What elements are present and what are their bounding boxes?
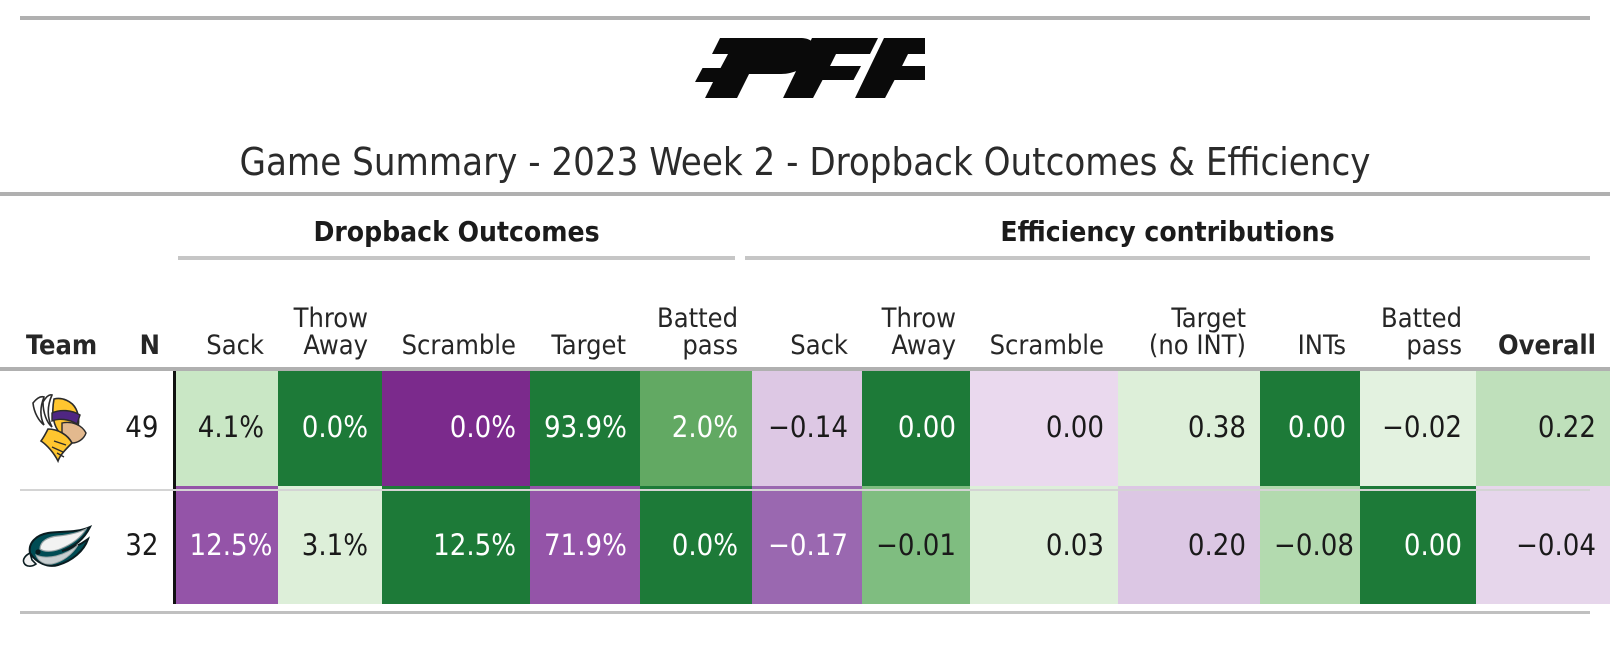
- title-divider: [0, 192, 1610, 196]
- column-header-o_scr: Scramble: [401, 330, 516, 362]
- stat-cell: 0.00: [1360, 486, 1476, 604]
- stat-cell: 12.5%: [174, 486, 278, 604]
- stat-cell: 0.00: [862, 368, 970, 486]
- stat-cell: 0.00: [1260, 368, 1360, 486]
- top-divider: [20, 16, 1590, 20]
- stat-cell: 93.9%: [530, 368, 640, 486]
- stat-cell: −0.14: [752, 368, 862, 486]
- column-header-n: N: [139, 330, 160, 362]
- n-value: 32: [92, 486, 176, 604]
- stat-cell: 0.00: [970, 368, 1118, 486]
- column-header-e_batted: Batted pass: [1381, 302, 1462, 362]
- column-header-o_sack: Sack: [206, 330, 264, 362]
- table-body: 49 4.1% 0.0% 0.0% 93.9% 2.0% −0.14 0.00 0.00 0.38…: [0, 368, 1610, 604]
- column-header-o_batted: Batted pass: [657, 302, 738, 362]
- stat-cell: 2.0%: [640, 368, 752, 486]
- column-header-e_overall: Overall: [1498, 330, 1596, 362]
- stat-cell: −0.17: [752, 486, 862, 604]
- column-header-o_tgt: Target: [551, 330, 626, 362]
- table-header-row: Team N Sack Throw Away Scramble Target Batted …: [0, 268, 1610, 368]
- row-divider: [20, 489, 1590, 491]
- column-group-efficiency-contributions: Efficiency contributions: [1000, 215, 1335, 248]
- column-header-e_throw: Throw Away: [881, 302, 956, 362]
- stat-cell: −0.01: [862, 486, 970, 604]
- team-cell: [0, 486, 92, 604]
- n-value: 49: [92, 368, 176, 486]
- pff-logo: [0, 34, 1610, 106]
- column-header-o_throw: Throw Away: [293, 302, 368, 362]
- column-group-dropback-outcomes: Dropback Outcomes: [313, 215, 600, 248]
- stat-cell: 3.1%: [278, 486, 382, 604]
- stat-cell: 0.03: [970, 486, 1118, 604]
- stats-table: Team N Sack Throw Away Scramble Target Batted …: [0, 268, 1610, 604]
- stat-cell: 0.0%: [640, 486, 752, 604]
- stat-cell: 71.9%: [530, 486, 640, 604]
- stat-cell: 0.0%: [278, 368, 382, 486]
- stat-cell: −0.04: [1476, 486, 1610, 604]
- stat-cell: 0.38: [1118, 368, 1260, 486]
- column-header-team: Team: [26, 330, 98, 362]
- column-header-e_scr: Scramble: [989, 330, 1104, 362]
- stat-cell: −0.02: [1360, 368, 1476, 486]
- stat-cell: 0.0%: [382, 368, 530, 486]
- stat-cell: −0.08: [1260, 486, 1360, 604]
- report-page: Game Summary - 2023 Week 2 - Dropback Ou…: [0, 0, 1610, 646]
- column-header-e_sack: Sack: [790, 330, 848, 362]
- stat-cell: 4.1%: [174, 368, 278, 486]
- column-header-e_int: INTs: [1297, 330, 1346, 362]
- table-row: 49 4.1% 0.0% 0.0% 93.9% 2.0% −0.14 0.00 0.00 0.38…: [0, 368, 1610, 486]
- stat-cell: 0.22: [1476, 368, 1610, 486]
- eagles-logo: [14, 505, 100, 585]
- column-header-e_tgt: Target (no INT): [1148, 302, 1246, 362]
- bottom-divider: [20, 611, 1590, 614]
- group-underline-right: [745, 256, 1590, 260]
- team-cell: [0, 368, 92, 486]
- stat-cell: 0.20: [1118, 486, 1260, 604]
- page-title: Game Summary - 2023 Week 2 - Dropback Ou…: [239, 140, 1371, 184]
- vikings-logo: [14, 387, 100, 467]
- group-underline-left: [178, 256, 735, 260]
- header-divider: [0, 367, 1610, 371]
- table-row: 32 12.5% 3.1% 12.5% 71.9% 0.0% −0.17 −0.01 0.03 0…: [0, 486, 1610, 604]
- stat-cell: 12.5%: [382, 486, 530, 604]
